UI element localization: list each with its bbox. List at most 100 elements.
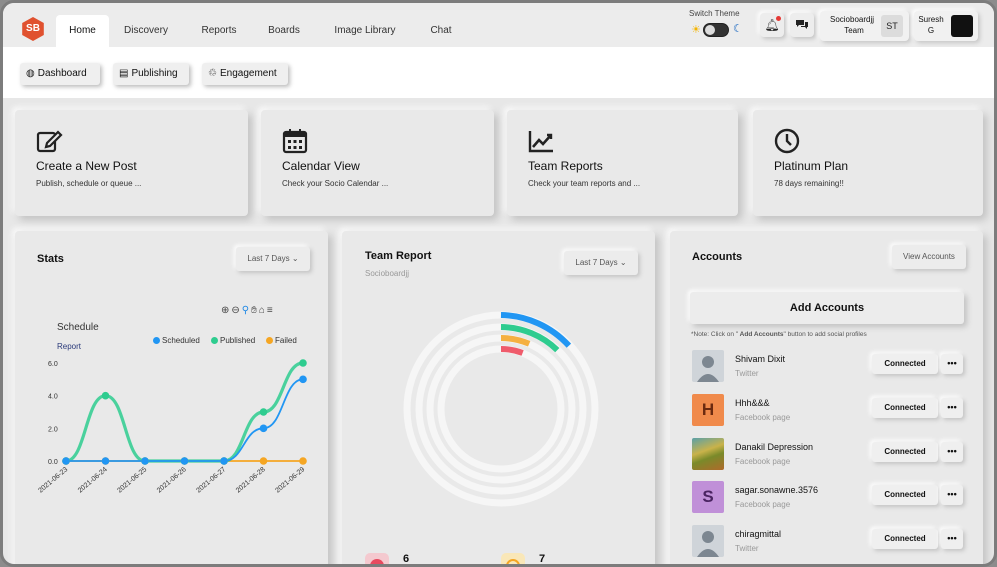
- account-row: H Hhh&&& Facebook page Connected •••: [689, 394, 969, 430]
- home-reset-icon[interactable]: ⌂: [259, 305, 267, 316]
- team-reports-card[interactable]: Team Reports Check your team reports and…: [507, 110, 738, 216]
- publishing-label: Publishing: [131, 68, 178, 79]
- note-suffix: " button to add social profiles: [783, 331, 867, 338]
- more-options-button[interactable]: •••: [941, 529, 963, 549]
- card-title: Calendar View: [282, 159, 360, 173]
- data-point-scheduled: [180, 457, 189, 465]
- notification-dot: [776, 16, 781, 21]
- data-point-scheduled: [299, 375, 307, 384]
- team-report-title: Team Report: [365, 250, 432, 262]
- data-point-scheduled: [259, 424, 268, 433]
- chart-title: Schedule: [57, 322, 99, 333]
- data-point-scheduled: [220, 457, 228, 465]
- user-last-name: G: [927, 26, 935, 35]
- team-report-range-dropdown[interactable]: Last 7 Days ⌄: [564, 251, 638, 275]
- pan-icon[interactable]: ✋︎: [251, 305, 259, 316]
- app-window: SB Home Discovery Reports Boards Image L…: [0, 0, 997, 567]
- messages-button[interactable]: [790, 13, 814, 37]
- y-tick-label: 2.0: [48, 426, 58, 433]
- account-type: Facebook page: [735, 500, 791, 509]
- account-type: Facebook page: [735, 413, 791, 422]
- stats-range-dropdown[interactable]: Last 7 Days ⌄: [236, 247, 310, 271]
- zoom-out-icon[interactable]: ⊖: [231, 305, 241, 316]
- more-options-button[interactable]: •••: [941, 354, 963, 374]
- card-desc: 78 days remaining!!: [774, 179, 844, 188]
- chart-toolbar: ⊕⊖⚲✋︎⌂≡: [221, 305, 275, 316]
- connected-button[interactable]: Connected: [872, 529, 938, 549]
- dashboard-label: Dashboard: [37, 68, 87, 79]
- account-type: Facebook page: [735, 457, 791, 466]
- chevron-down-icon: ⌄: [619, 258, 627, 267]
- team-label: Team: [844, 26, 864, 35]
- tab-home[interactable]: Home: [56, 15, 109, 47]
- more-options-button[interactable]: •••: [941, 485, 963, 505]
- more-options-button[interactable]: •••: [941, 398, 963, 418]
- x-tick-label: 2021-06-27: [195, 466, 227, 494]
- tab-reports[interactable]: Reports: [195, 15, 243, 47]
- team-range-value: Last 7 Days: [575, 258, 618, 267]
- tab-chat[interactable]: Chat: [423, 15, 459, 47]
- data-point-published: [259, 408, 268, 416]
- app-logo[interactable]: SB: [22, 17, 44, 41]
- view-accounts-button[interactable]: View Accounts: [892, 245, 966, 269]
- tab-boards[interactable]: Boards: [261, 15, 307, 47]
- default-avatar-icon: [692, 350, 724, 382]
- zoom-select-icon[interactable]: ⚲: [242, 305, 251, 316]
- x-tick-label: 2021-06-28: [235, 466, 267, 494]
- menu-icon[interactable]: ≡: [267, 305, 275, 316]
- clock-icon: [774, 128, 800, 154]
- team-switcher[interactable]: Socioboardjj Team ST: [820, 11, 909, 41]
- default-avatar-icon: [692, 525, 724, 557]
- account-name: Shivam Dixit: [735, 354, 786, 364]
- card-desc: Check your team reports and ...: [528, 179, 641, 188]
- engagement-button[interactable]: ♲ Engagement: [202, 63, 288, 85]
- account-name: Hhh&&&: [735, 398, 770, 408]
- stats-range-value: Last 7 Days: [247, 254, 290, 263]
- pie-icon: [370, 559, 384, 564]
- sun-icon: ☀: [691, 24, 701, 36]
- card-title: Create a New Post: [36, 159, 137, 173]
- more-options-button[interactable]: •••: [941, 442, 963, 462]
- stat-value-1: 6: [403, 553, 410, 565]
- team-report-subtitle: Socioboardjj: [365, 269, 410, 278]
- user-first-name: Suresh: [918, 15, 944, 24]
- data-point-failed: [299, 457, 307, 465]
- theme-toggle[interactable]: [703, 23, 729, 37]
- chevron-down-icon: ⌄: [291, 254, 299, 263]
- platinum-plan-card[interactable]: Platinum Plan 78 days remaining!!: [753, 110, 983, 216]
- account-name: sagar.sonawne.3576: [735, 485, 819, 495]
- connected-button[interactable]: Connected: [872, 442, 938, 462]
- card-desc: Check your Socio Calendar ...: [282, 179, 389, 188]
- theme-switcher[interactable]: ☀ ☾: [691, 21, 746, 39]
- tab-image-library[interactable]: Image Library: [327, 15, 403, 47]
- create-post-card[interactable]: Create a New Post Publish, schedule or q…: [15, 110, 248, 216]
- connected-button[interactable]: Connected: [872, 354, 938, 374]
- x-tick-label: 2021-06-23: [37, 466, 69, 494]
- calendar-view-card[interactable]: Calendar View Check your Socio Calendar …: [261, 110, 494, 216]
- connected-button[interactable]: Connected: [872, 485, 938, 505]
- x-tick-label: 2021-06-26: [156, 466, 188, 494]
- account-type: Twitter: [735, 544, 759, 553]
- engagement-label: Engagement: [219, 68, 277, 79]
- user-menu[interactable]: Suresh G: [914, 11, 978, 41]
- dashboard-button[interactable]: ◍ Dashboard: [20, 63, 100, 85]
- stats-panel: Stats Last 7 Days ⌄ ⊕⊖⚲✋︎⌂≡ Schedule Rep…: [15, 231, 328, 564]
- tab-discovery[interactable]: Discovery: [117, 15, 175, 47]
- calendar-icon: [282, 129, 308, 154]
- data-point-scheduled: [101, 457, 110, 465]
- card-desc: Publish, schedule or queue ...: [36, 179, 142, 188]
- x-tick-label: 2021-06-29: [274, 466, 306, 494]
- notifications-button[interactable]: 🔔︎: [760, 13, 784, 37]
- note-prefix: *Note: Click on ": [691, 331, 739, 338]
- zoom-in-icon[interactable]: ⊕: [221, 305, 231, 316]
- team-initials-badge: ST: [881, 15, 903, 37]
- publishing-button[interactable]: ▤ Publishing: [113, 63, 189, 85]
- account-row: chiragmittal Twitter Connected •••: [689, 525, 969, 561]
- account-row: Shivam Dixit Twitter Connected •••: [689, 350, 969, 386]
- data-point-published: [299, 359, 307, 367]
- stat-value-2: 7: [539, 553, 546, 565]
- connected-button[interactable]: Connected: [872, 398, 938, 418]
- series-line-scheduled: [66, 378, 304, 462]
- x-tick-label: 2021-06-24: [77, 466, 109, 494]
- add-accounts-button[interactable]: Add Accounts: [690, 292, 964, 324]
